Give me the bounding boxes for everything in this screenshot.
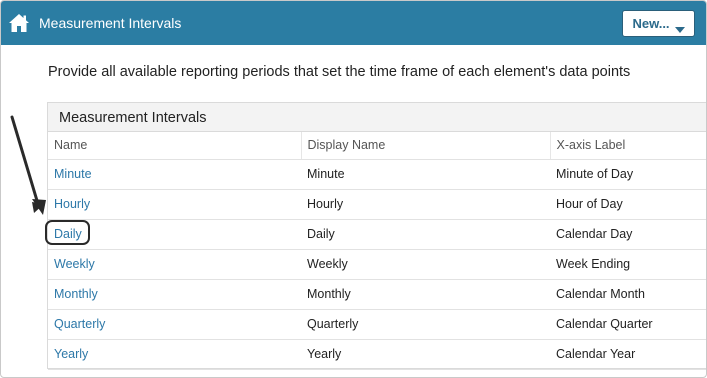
interval-link-minute[interactable]: Minute (54, 167, 92, 181)
display-name-cell: Yearly (301, 339, 550, 370)
interval-link-yearly[interactable]: Yearly (54, 347, 88, 361)
top-bar: Measurement Intervals New... (1, 1, 706, 45)
table-row: Quarterly Quarterly Calendar Quarter (48, 309, 706, 340)
caret-down-icon (674, 21, 685, 33)
name-cell: Daily (48, 219, 301, 250)
table-row: Hourly Hourly Hour of Day (48, 189, 706, 220)
column-header-x-axis-label[interactable]: X-axis Label (550, 132, 706, 160)
interval-link-daily[interactable]: Daily (54, 227, 82, 241)
display-name-cell: Minute (301, 159, 550, 190)
table-header-row: Name Display Name X-axis Label (48, 132, 706, 160)
x-axis-label-cell: Calendar Month (550, 279, 706, 310)
x-axis-label-cell: Calendar Day (550, 219, 706, 250)
display-name-cell: Hourly (301, 189, 550, 220)
x-axis-label-cell: Calendar Quarter (550, 309, 706, 340)
display-name-cell: Monthly (301, 279, 550, 310)
page-description: Provide all available reporting periods … (48, 64, 631, 80)
table-row: Daily Daily Calendar Day (48, 219, 706, 250)
home-icon[interactable] (8, 13, 30, 33)
name-cell: Yearly (48, 339, 301, 370)
intervals-table: Name Display Name X-axis Label Minute Mi… (48, 132, 706, 370)
table-row: Weekly Weekly Week Ending (48, 249, 706, 280)
name-cell: Minute (48, 159, 301, 190)
table-row: Minute Minute Minute of Day (48, 159, 706, 190)
new-button-label: New... (632, 16, 670, 31)
x-axis-label-cell: Hour of Day (550, 189, 706, 220)
display-name-cell: Weekly (301, 249, 550, 280)
table-row: Monthly Monthly Calendar Month (48, 279, 706, 310)
x-axis-label-cell: Week Ending (550, 249, 706, 280)
interval-link-weekly[interactable]: Weekly (54, 257, 95, 271)
display-name-cell: Daily (301, 219, 550, 250)
app-frame: Measurement Intervals New... Provide all… (0, 0, 707, 378)
name-cell: Hourly (48, 189, 301, 220)
interval-link-hourly[interactable]: Hourly (54, 197, 90, 211)
panel-title: Measurement Intervals (48, 103, 706, 132)
x-axis-label-cell: Minute of Day (550, 159, 706, 190)
new-button[interactable]: New... (622, 10, 695, 37)
intervals-panel: Measurement Intervals Name Display Name … (47, 102, 706, 370)
name-cell: Weekly (48, 249, 301, 280)
name-cell: Quarterly (48, 309, 301, 340)
x-axis-label-cell: Calendar Year (550, 339, 706, 370)
interval-link-monthly[interactable]: Monthly (54, 287, 98, 301)
interval-link-quarterly[interactable]: Quarterly (54, 317, 105, 331)
page-title: Measurement Intervals (39, 15, 182, 31)
display-name-cell: Quarterly (301, 309, 550, 340)
column-header-name[interactable]: Name (48, 132, 302, 160)
name-cell: Monthly (48, 279, 301, 310)
column-header-display-name[interactable]: Display Name (301, 132, 551, 160)
table-row: Yearly Yearly Calendar Year (48, 339, 706, 370)
